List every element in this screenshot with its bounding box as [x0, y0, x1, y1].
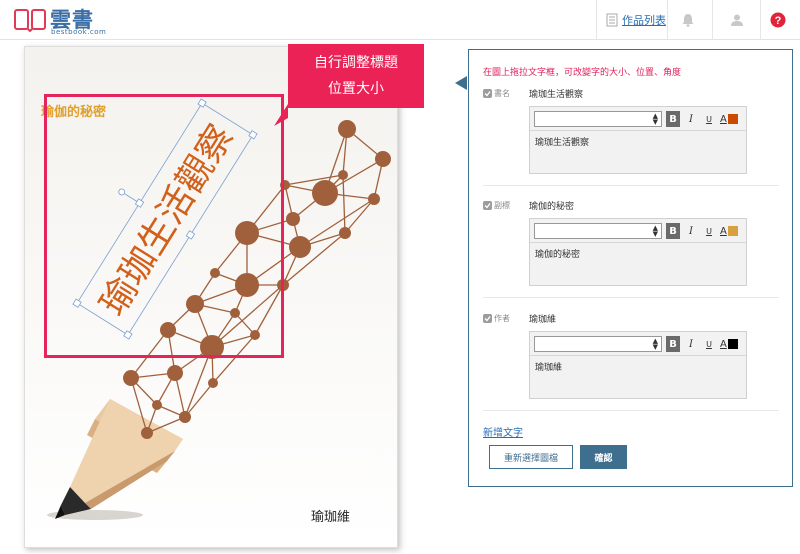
network-link: [342, 174, 346, 234]
divider: [667, 0, 668, 40]
font-select[interactable]: ▲ ▼: [534, 336, 662, 352]
divider: [483, 297, 779, 298]
network-node: [375, 151, 391, 167]
bell-icon[interactable]: [678, 10, 698, 30]
title-field: 書名 瑜珈生活觀察 ▲ ▼ B I U A 瑜珈生活觀察: [483, 86, 779, 182]
logo[interactable]: 雲書 bestbook.com: [14, 6, 124, 36]
text-editor: ▲ ▼ B I U A 瑜珈維: [529, 331, 747, 399]
color-swatch[interactable]: [727, 226, 738, 236]
divider: [712, 0, 713, 40]
cover-author: 瑜珈維: [311, 510, 351, 525]
network-node: [368, 193, 380, 205]
italic-button[interactable]: I: [684, 111, 698, 127]
font-color-label: A: [720, 225, 727, 237]
network-link: [184, 382, 214, 418]
text-settings-panel: 在圖上拖拉文字框，可改變字的大小、位置、角度 書名 瑜珈生活觀察 ▲ ▼ B I …: [468, 49, 793, 487]
text-input[interactable]: 瑜珈維: [530, 355, 746, 398]
network-node: [167, 365, 183, 381]
font-select[interactable]: ▲ ▼: [534, 223, 662, 239]
title-field-toggle[interactable]: 書名: [483, 86, 510, 100]
divider: [483, 410, 779, 411]
help-icon[interactable]: ?: [768, 10, 788, 30]
works-list-link[interactable]: 作品列表: [606, 11, 666, 29]
font-color-button[interactable]: A: [720, 339, 738, 350]
confirm-button[interactable]: 確認: [580, 445, 627, 469]
text-input[interactable]: 瑜伽的秘密: [530, 242, 746, 285]
bold-button[interactable]: B: [666, 111, 680, 127]
network-link: [344, 198, 375, 234]
checkbox-checked-icon[interactable]: [483, 200, 492, 210]
network-node: [286, 212, 300, 226]
user-icon[interactable]: [727, 10, 747, 30]
svg-text:?: ?: [775, 15, 782, 27]
font-color-button[interactable]: A: [720, 226, 738, 237]
underline-button[interactable]: U: [702, 336, 716, 352]
field-label: 副標: [494, 200, 510, 210]
underline-button[interactable]: U: [702, 111, 716, 127]
field-value: 瑜珈維: [529, 315, 557, 325]
text-editor: ▲ ▼ B I U A 瑜伽的秘密: [529, 218, 747, 286]
network-node: [179, 411, 191, 423]
notes-icon: [606, 13, 618, 27]
italic-button[interactable]: I: [684, 336, 698, 352]
editor-toolbar: ▲ ▼ B I U A: [534, 336, 738, 352]
font-color-button[interactable]: A: [720, 114, 738, 125]
title-highlight-frame: [44, 94, 284, 358]
network-node: [312, 180, 338, 206]
italic-button[interactable]: I: [684, 223, 698, 239]
field-label: 書名: [494, 88, 510, 98]
bold-button[interactable]: B: [666, 223, 680, 239]
divider: [483, 185, 779, 186]
color-swatch[interactable]: [727, 339, 738, 349]
underline-button[interactable]: U: [702, 223, 716, 239]
works-list-label: 作品列表: [622, 14, 666, 27]
subtitle-field-toggle[interactable]: 副標: [483, 198, 510, 212]
checkbox-checked-icon[interactable]: [483, 88, 492, 98]
field-value: 瑜伽的秘密: [529, 202, 575, 212]
network-node: [338, 170, 348, 180]
callout-pointer: [274, 104, 288, 126]
network-node: [152, 400, 162, 410]
checkbox-checked-icon[interactable]: [483, 313, 492, 323]
callout-label: 自行調整標題 位置大小: [288, 44, 424, 108]
subtitle-field: 副標 瑜伽的秘密 ▲ ▼ B I U A 瑜伽的秘密: [483, 198, 779, 294]
field-label: 作者: [494, 313, 510, 323]
book-logo-icon: [14, 9, 46, 32]
divider: [596, 0, 597, 40]
field-value: 瑜珈生活觀察: [529, 90, 584, 100]
panel-pointer: [455, 76, 467, 90]
bold-button[interactable]: B: [666, 336, 680, 352]
logo-subtext: bestbook.com: [51, 28, 107, 36]
author-field: 作者 瑜珈維 ▲ ▼ B I U A 瑜珈維: [483, 311, 779, 407]
reselect-image-button[interactable]: 重新選擇圖檔: [489, 445, 573, 469]
editor-toolbar: ▲ ▼ B I U A: [534, 223, 738, 239]
font-color-label: A: [720, 113, 727, 125]
callout-line-1: 自行調整標題: [314, 55, 398, 71]
network-node: [123, 370, 139, 386]
callout-line-2: 位置大小: [328, 81, 384, 97]
panel-hint: 在圖上拖拉文字框，可改變字的大小、位置、角度: [483, 68, 682, 78]
network-node: [141, 427, 153, 439]
font-select[interactable]: ▲ ▼: [534, 111, 662, 127]
color-swatch[interactable]: [727, 114, 738, 124]
network-node: [339, 227, 351, 239]
network-node: [289, 236, 311, 258]
add-text-link[interactable]: 新增文字: [483, 424, 523, 439]
network-node: [338, 120, 356, 138]
divider: [760, 0, 761, 40]
editor-toolbar: ▲ ▼ B I U A: [534, 111, 738, 127]
text-input[interactable]: 瑜珈生活觀察: [530, 130, 746, 173]
text-editor: ▲ ▼ B I U A 瑜珈生活觀察: [529, 106, 747, 174]
font-color-label: A: [720, 338, 727, 350]
top-bar: 雲書 bestbook.com 作品列表 ?: [0, 0, 800, 40]
author-field-toggle[interactable]: 作者: [483, 311, 510, 325]
network-node: [208, 378, 218, 388]
